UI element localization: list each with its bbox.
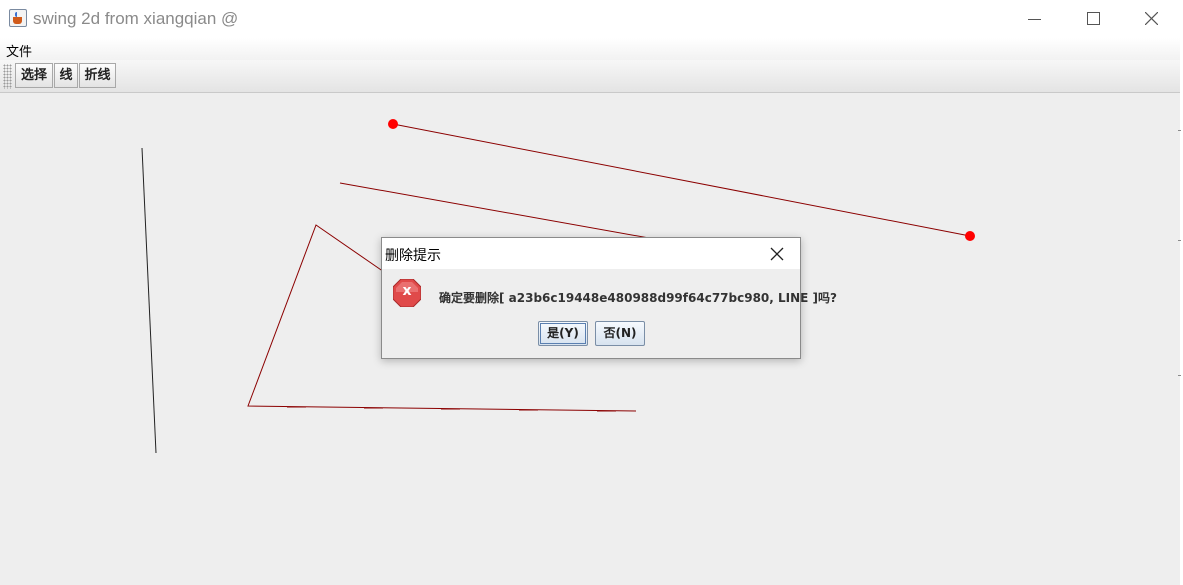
close-icon <box>770 247 784 261</box>
dialog-title: 删除提示 <box>385 248 441 264</box>
window-title: swing 2d from xiangqian @ <box>33 9 239 28</box>
edge-tick <box>1178 375 1181 376</box>
dialog-close-button[interactable] <box>768 245 786 263</box>
select-tool-button[interactable]: 选择 <box>15 63 53 88</box>
app-window: swing 2d from xiangqian @ 文件 选择 线 折线 删除提… <box>0 0 1183 585</box>
line-endpoint-handle[interactable] <box>388 119 398 129</box>
close-icon <box>1145 12 1158 25</box>
menu-bar: 文件 <box>0 38 1183 60</box>
edge-tick <box>1178 240 1181 241</box>
delete-confirm-dialog: 删除提示 x 确定要删除[ a23b6c19448e480988d99f64c7… <box>381 237 837 359</box>
line-tool-button[interactable]: 线 <box>54 63 78 88</box>
minimize-icon <box>1028 19 1041 20</box>
yes-button[interactable]: 是(Y) <box>538 321 588 346</box>
dialog-message: 确定要删除[ a23b6c19448e480988d99f64c77bc980,… <box>439 291 837 305</box>
java-coffee-icon <box>9 9 27 27</box>
line-endpoint-handle[interactable] <box>965 231 975 241</box>
shape-line-middle[interactable] <box>339 182 661 241</box>
maximize-icon <box>1087 12 1100 25</box>
toolbar: 选择 线 折线 <box>0 60 1183 93</box>
close-window-button[interactable] <box>1122 0 1180 38</box>
shape-line-vertical[interactable] <box>141 147 157 454</box>
error-x-icon: x <box>393 279 421 307</box>
polyline-tool-button[interactable]: 折线 <box>79 63 116 88</box>
edge-tick <box>1178 130 1181 131</box>
dialog-title-bar: 删除提示 <box>382 238 800 269</box>
toolbar-grip[interactable] <box>3 64 12 89</box>
maximize-button[interactable] <box>1064 0 1122 38</box>
no-button[interactable]: 否(N) <box>595 321 645 346</box>
shape-line-selected[interactable] <box>392 123 971 237</box>
menu-file[interactable]: 文件 <box>6 41 32 60</box>
title-bar: swing 2d from xiangqian @ <box>0 0 1183 39</box>
minimize-button[interactable] <box>1006 0 1064 38</box>
